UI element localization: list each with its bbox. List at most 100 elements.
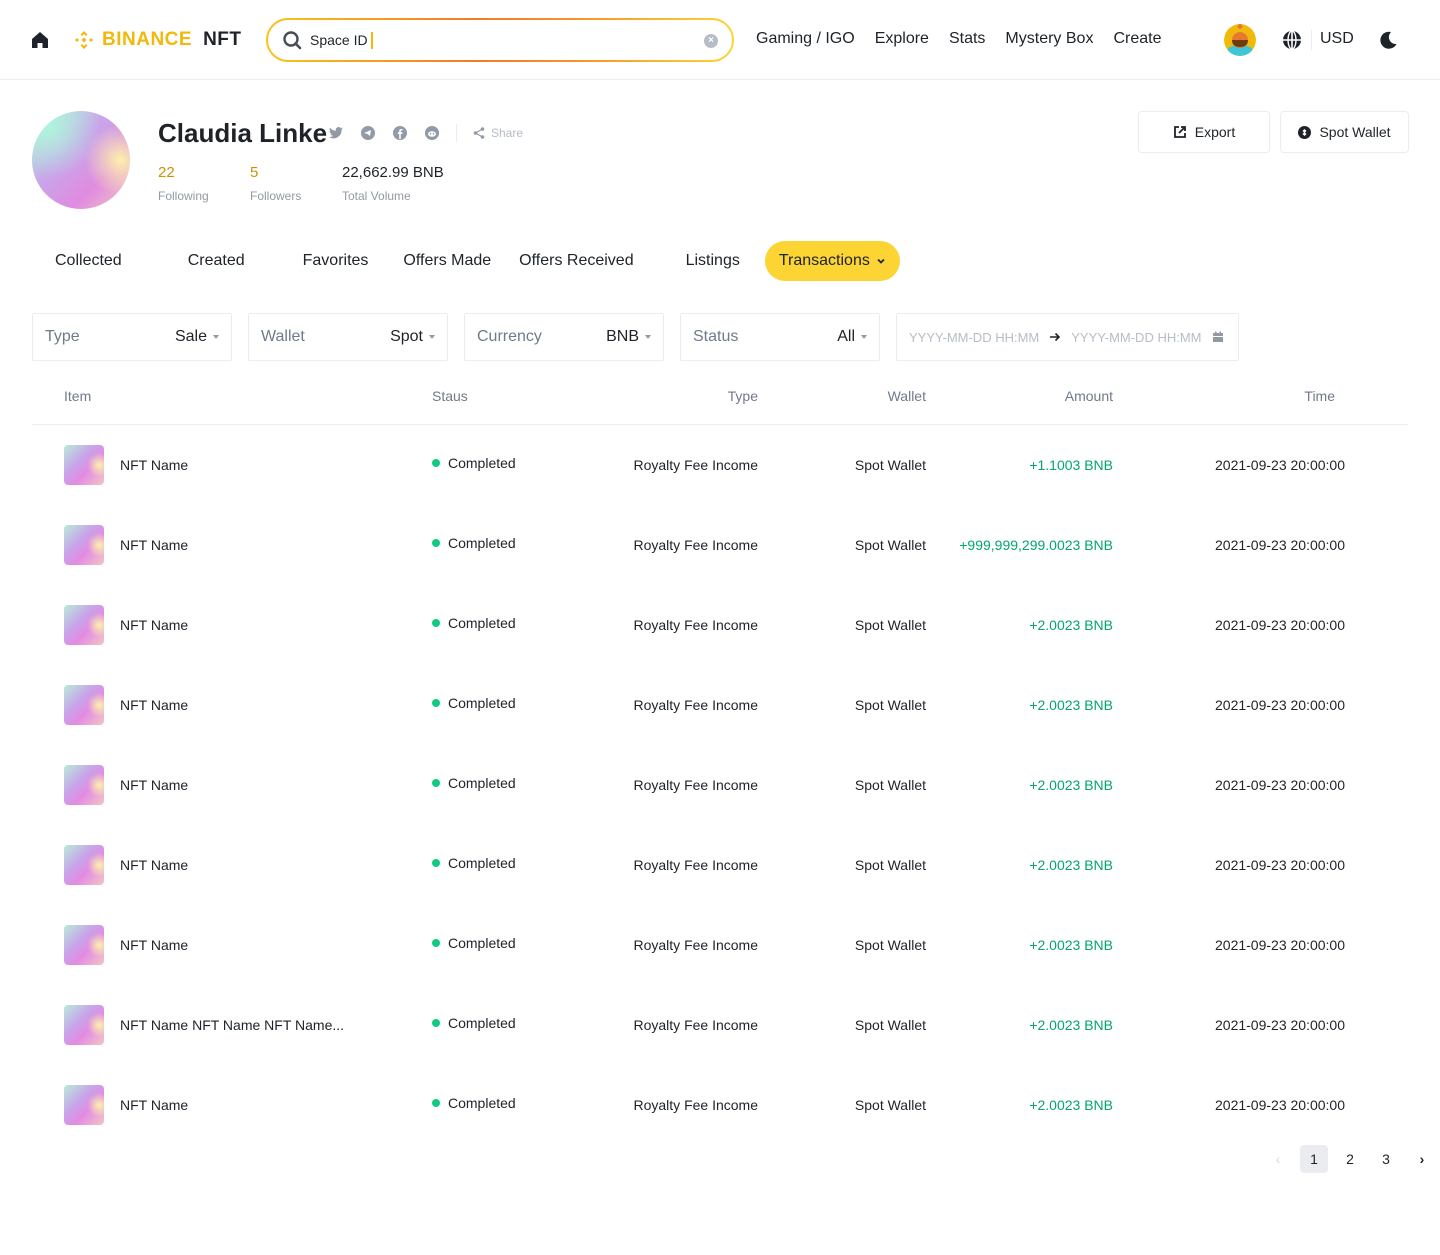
arrow-right-icon — [1050, 332, 1061, 342]
table-row[interactable]: NFT Name Completed Royalty Fee Income Spot … — [32, 665, 1408, 745]
export-button[interactable]: Export — [1138, 111, 1270, 153]
table-row[interactable]: NFT Name Completed Royalty Fee Income Spot … — [32, 585, 1408, 665]
date-range-picker[interactable]: YYYY-MM-DD HH:MM YYYY-MM-DD HH:MM — [896, 313, 1239, 361]
currency-filter-label: Currency — [477, 328, 542, 345]
item-name[interactable]: NFT Name — [120, 937, 188, 953]
type-cell: Royalty Fee Income — [633, 537, 759, 553]
nft-thumbnail[interactable] — [64, 525, 104, 565]
search-box[interactable]: × — [266, 18, 734, 62]
status-text: Completed — [448, 855, 516, 871]
nft-thumbnail[interactable] — [64, 445, 104, 485]
amount-cell: +2.0023 BNB — [1029, 617, 1113, 633]
tab-listings[interactable]: Listings — [663, 241, 763, 281]
spot-wallet-button[interactable]: Spot Wallet — [1280, 111, 1409, 153]
tab-offers-received[interactable]: Offers Received — [496, 241, 656, 281]
item-name[interactable]: NFT Name — [120, 457, 188, 473]
nft-thumbnail[interactable] — [64, 925, 104, 965]
nft-thumbnail[interactable] — [64, 1005, 104, 1045]
col-amount: Amount — [1064, 388, 1113, 404]
currency-filter[interactable]: Currency BNB — [464, 313, 664, 361]
next-page-button[interactable]: › — [1408, 1145, 1436, 1173]
page-3[interactable]: 3 — [1372, 1145, 1400, 1173]
status-badge: Completed — [432, 455, 516, 471]
nft-thumbnail[interactable] — [64, 765, 104, 805]
item-name[interactable]: NFT Name NFT Name NFT Name... — [120, 1017, 344, 1033]
profile-tabs: Collected Created Favorites Offers Made … — [32, 241, 900, 281]
profile-name: Claudia Linke — [158, 118, 328, 148]
item-name[interactable]: NFT Name — [120, 1097, 188, 1113]
wallet-filter[interactable]: Wallet Spot — [248, 313, 448, 361]
reddit-icon[interactable] — [424, 125, 440, 141]
wallet-cell: Spot Wallet — [854, 537, 926, 553]
tab-transactions[interactable]: Transactions — [764, 241, 900, 281]
nft-thumbnail[interactable] — [64, 605, 104, 645]
page-2[interactable]: 2 — [1336, 1145, 1364, 1173]
nav-explore[interactable]: Explore — [875, 30, 929, 48]
nft-thumbnail[interactable] — [64, 845, 104, 885]
table-row[interactable]: NFT Name Completed Royalty Fee Income Spot … — [32, 745, 1408, 825]
currency-selector[interactable]: USD — [1320, 30, 1354, 48]
binance-logo-icon — [75, 31, 93, 49]
type-cell: Royalty Fee Income — [633, 1017, 759, 1033]
type-filter-label: Type — [45, 328, 80, 345]
nft-thumbnail[interactable] — [64, 685, 104, 725]
table-row[interactable]: NFT Name Completed Royalty Fee Income Spot … — [32, 1065, 1408, 1145]
nav-gaming-igo[interactable]: Gaming / IGO — [756, 30, 855, 48]
time-cell: 2021-09-23 20:00:00 — [1215, 617, 1345, 633]
item-name[interactable]: NFT Name — [120, 537, 188, 553]
status-dot — [432, 459, 440, 467]
table-row[interactable]: NFT Name Completed Royalty Fee Income Spot … — [32, 825, 1408, 905]
binance-nft-logo[interactable]: BINANCE NFT — [72, 28, 242, 52]
caret-down-icon — [213, 335, 219, 339]
clear-icon[interactable]: × — [704, 34, 718, 48]
nav-stats[interactable]: Stats — [949, 30, 985, 48]
moon-icon[interactable] — [1378, 30, 1398, 50]
table-row[interactable]: NFT Name Completed Royalty Fee Income Spot … — [32, 505, 1408, 585]
page-1[interactable]: 1 — [1300, 1145, 1328, 1173]
item-name[interactable]: NFT Name — [120, 857, 188, 873]
followers-label: Followers — [250, 189, 302, 203]
table-row[interactable]: NFT Name Completed Royalty Fee Income Spot … — [32, 905, 1408, 985]
twitter-icon[interactable] — [328, 125, 344, 141]
prev-page-button[interactable]: ‹ — [1264, 1145, 1292, 1173]
tab-created[interactable]: Created — [165, 241, 268, 281]
col-time: Time — [1304, 388, 1335, 404]
nft-thumbnail[interactable] — [64, 1085, 104, 1125]
home-icon[interactable] — [30, 30, 50, 50]
item-name[interactable]: NFT Name — [120, 697, 188, 713]
amount-cell: +2.0023 BNB — [1029, 1017, 1113, 1033]
stat-following[interactable]: 22 Following — [158, 164, 210, 203]
telegram-icon[interactable] — [360, 125, 376, 141]
type-filter[interactable]: Type Sale — [32, 313, 232, 361]
status-badge: Completed — [432, 615, 516, 631]
share-button[interactable]: Share — [473, 126, 523, 140]
item-name[interactable]: NFT Name — [120, 617, 188, 633]
status-dot — [432, 779, 440, 787]
amount-cell: +2.0023 BNB — [1029, 697, 1113, 713]
nav-mystery-box[interactable]: Mystery Box — [1005, 30, 1093, 48]
facebook-icon[interactable] — [392, 125, 408, 141]
share-label: Share — [491, 126, 524, 140]
time-cell: 2021-09-23 20:00:00 — [1215, 697, 1345, 713]
status-dot — [432, 1019, 440, 1027]
date-from-input[interactable]: YYYY-MM-DD HH:MM — [909, 330, 1039, 345]
globe-icon[interactable] — [1282, 30, 1302, 50]
tab-collected[interactable]: Collected — [32, 241, 145, 281]
date-to-input[interactable]: YYYY-MM-DD HH:MM — [1071, 330, 1201, 345]
col-type: Type — [727, 388, 758, 404]
table-row[interactable]: NFT Name Completed Royalty Fee Income Spot … — [32, 425, 1408, 505]
stat-followers[interactable]: 5 Followers — [250, 164, 302, 203]
tab-favorites[interactable]: Favorites — [280, 241, 392, 281]
amount-cell: +2.0023 BNB — [1029, 857, 1113, 873]
calendar-icon[interactable] — [1212, 331, 1224, 343]
user-avatar[interactable] — [1224, 24, 1256, 56]
divider — [456, 124, 457, 142]
status-filter[interactable]: Status All — [680, 313, 880, 361]
table-row[interactable]: NFT Name NFT Name NFT Name... Completed Ro… — [32, 985, 1408, 1065]
status-badge: Completed — [432, 775, 516, 791]
tab-offers-made[interactable]: Offers Made — [380, 241, 514, 281]
time-cell: 2021-09-23 20:00:00 — [1215, 1017, 1345, 1033]
item-name[interactable]: NFT Name — [120, 777, 188, 793]
search-input[interactable] — [310, 32, 670, 48]
nav-create[interactable]: Create — [1113, 30, 1161, 48]
